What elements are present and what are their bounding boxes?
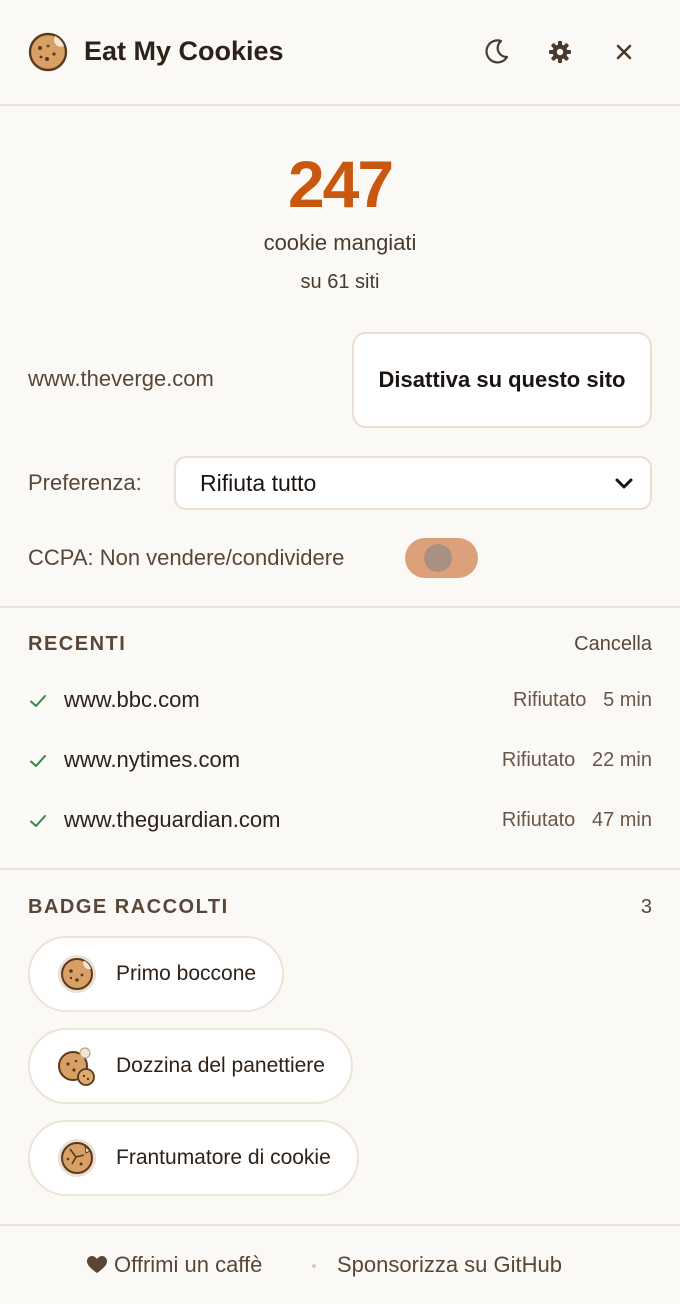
section-divider xyxy=(0,868,680,870)
recent-time: 22 min xyxy=(591,749,652,771)
footer-separator xyxy=(312,1264,316,1268)
cookie-stack-icon xyxy=(58,1047,95,1086)
preference-label: Preferenza: xyxy=(28,470,142,495)
recent-status: Rifiutato xyxy=(513,689,587,711)
buy-coffee-label: Offrimi un caffè xyxy=(114,1252,263,1277)
recent-title: RECENTI xyxy=(28,633,127,655)
recent-status: Rifiutato xyxy=(501,749,576,771)
header-divider xyxy=(0,104,680,106)
ccpa-toggle[interactable] xyxy=(405,538,478,578)
recent-meta: Rifiutato 22 min xyxy=(502,749,652,772)
current-site-domain: www.theverge.com xyxy=(28,366,214,391)
cookie-count: 247 xyxy=(287,147,394,221)
badge-item: Primo boccone xyxy=(28,936,285,1012)
preference-selected-value: Rifiuta tutto xyxy=(200,469,317,496)
preference-select[interactable]: Rifiuta tutto xyxy=(174,456,652,510)
disable-on-site-button[interactable]: Disattiva su questo sito xyxy=(352,332,652,428)
recent-domain: www.bbc.com xyxy=(64,687,200,712)
cookie-count-label: cookie mangiati xyxy=(263,230,417,255)
check-icon xyxy=(30,815,46,827)
sites-count: su 61 siti xyxy=(300,271,380,293)
badges-title: BADGE RACCOLTI xyxy=(28,896,229,918)
settings-button[interactable] xyxy=(540,32,580,72)
badge-label: Dozzina del panettiere xyxy=(116,1054,325,1077)
cookie-logo-icon xyxy=(28,32,68,72)
recent-time: 47 min xyxy=(591,809,652,831)
footer-divider xyxy=(0,1224,680,1226)
header: Eat My Cookies xyxy=(0,0,680,104)
close-button[interactable] xyxy=(604,32,644,72)
toggle-knob xyxy=(424,544,452,572)
heart-icon xyxy=(87,1256,107,1273)
badge-label: Primo boccone xyxy=(116,962,257,985)
check-icon xyxy=(30,695,46,707)
github-sponsor-label: Sponsorizza su GitHub xyxy=(337,1252,562,1277)
check-icon xyxy=(30,755,46,767)
crushed-cookie-icon xyxy=(58,1139,96,1177)
recent-domain: www.theguardian.com xyxy=(64,807,281,832)
badge-item: Dozzina del panettiere xyxy=(28,1028,353,1104)
recent-domain: www.nytimes.com xyxy=(64,747,241,772)
cookie-icon xyxy=(58,955,96,993)
badge-label: Frantumatore di cookie xyxy=(116,1146,331,1169)
badge-item: Frantumatore di cookie xyxy=(28,1120,359,1196)
recent-item: www.nytimes.com Rifiutato 22 min xyxy=(0,741,680,781)
gear-icon xyxy=(549,41,571,63)
recent-status: Rifiutato xyxy=(501,809,576,831)
buy-coffee-link[interactable]: Offrimi un caffè xyxy=(86,1252,262,1278)
badges-count: 3 xyxy=(640,896,652,918)
close-icon xyxy=(616,44,632,60)
ccpa-label: CCPA: Non vendere/condividere xyxy=(28,545,345,570)
recent-meta: Rifiutato 47 min xyxy=(502,809,652,832)
recent-time: 5 min xyxy=(603,689,652,711)
moon-icon xyxy=(485,39,509,64)
app-title: Eat My Cookies xyxy=(84,36,284,66)
chevron-down-icon xyxy=(615,478,633,489)
recent-item: www.theguardian.com Rifiutato 47 min xyxy=(0,801,680,841)
clear-recent-button[interactable]: Cancella xyxy=(574,633,652,656)
recent-item: www.bbc.com Rifiutato 5 min xyxy=(0,681,680,721)
recent-meta: Rifiutato 5 min xyxy=(513,689,652,712)
dark-mode-button[interactable] xyxy=(476,32,516,72)
section-divider xyxy=(0,606,680,608)
github-sponsor-link[interactable]: Sponsorizza su GitHub xyxy=(337,1252,562,1278)
